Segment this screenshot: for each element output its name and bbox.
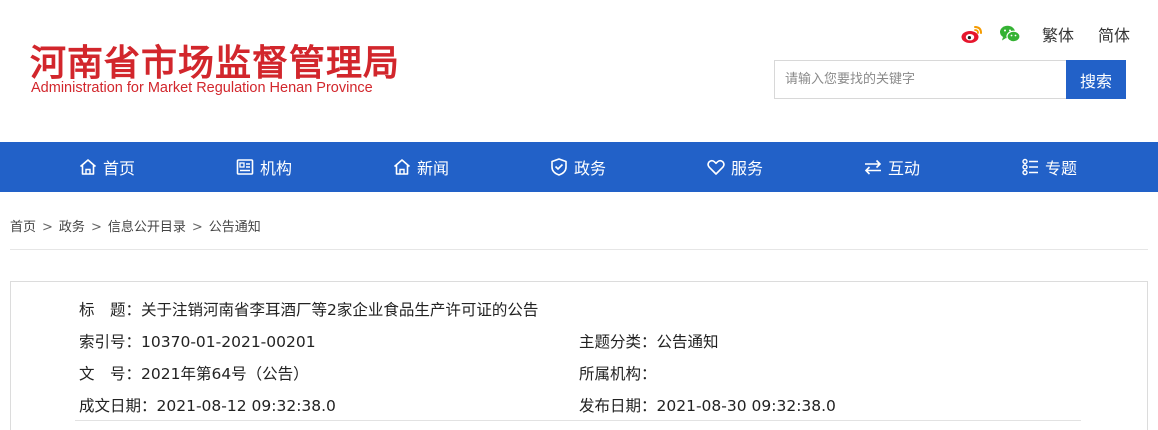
wechat-icon[interactable] — [998, 22, 1022, 46]
info-org-label: 所属机构： — [579, 365, 657, 383]
info-index-value: 10370-01-2021-00201 — [141, 333, 316, 351]
breadcrumb-separator: > — [90, 220, 102, 235]
breadcrumb-separator: > — [42, 220, 53, 235]
breadcrumb-divider — [10, 249, 1148, 250]
info-published-row: 发布日期：2021-08-30 09:32:38.0 — [579, 394, 836, 416]
info-topic-row: 主题分类：公告通知 — [579, 330, 719, 352]
simplified-chinese-link[interactable]: 简体 — [1098, 22, 1130, 46]
breadcrumb-gov-affairs[interactable]: 政务 — [59, 220, 85, 235]
breadcrumb-home[interactable]: 首页 — [10, 220, 36, 235]
info-divider — [75, 420, 1081, 421]
info-title-label: 标 题： — [79, 301, 142, 319]
nav-label: 首页 — [103, 159, 136, 178]
nav-label: 政务 — [574, 159, 607, 178]
info-topic-value: 公告通知 — [656, 333, 719, 351]
site-subtitle: Administration for Market Regulation Hen… — [31, 80, 373, 96]
info-created-value: 2021-08-12 09:32:38.0 — [156, 397, 336, 415]
info-title-value: 关于注销河南省李耳酒厂等2家企业食品生产许可证的公告 — [141, 301, 539, 319]
info-published-label: 发布日期： — [579, 397, 657, 415]
gov-affairs-icon — [551, 158, 567, 176]
info-created-row: 成文日期：2021-08-12 09:32:38.0 — [79, 394, 336, 416]
news-icon — [393, 159, 411, 175]
nav-item-home[interactable]: 首页 — [78, 142, 135, 192]
nav-item-gov-affairs[interactable]: 政务 — [549, 142, 606, 192]
nav-label: 服务 — [731, 159, 764, 178]
weibo-icon[interactable] — [960, 22, 984, 46]
breadcrumb-info-catalog[interactable]: 信息公开目录 — [108, 220, 186, 235]
nav-item-topic[interactable]: 专题 — [1020, 142, 1077, 192]
info-index-row: 索引号：10370-01-2021-00201 — [79, 330, 316, 352]
site-title[interactable]: 河南省市场监督管理局 — [30, 34, 400, 86]
nav-label: 互动 — [888, 159, 921, 178]
nav-item-news[interactable]: 新闻 — [392, 142, 449, 192]
nav-item-service[interactable]: 服务 — [706, 142, 763, 192]
info-docno-label: 文 号： — [79, 365, 142, 383]
nav-label: 专题 — [1045, 159, 1078, 178]
info-docno-value: 2021年第64号（公告） — [141, 365, 309, 383]
home-icon — [79, 159, 97, 175]
breadcrumb-separator: > — [191, 220, 203, 235]
topic-icon — [1022, 158, 1038, 176]
search-button[interactable]: 搜索 — [1066, 60, 1126, 99]
info-index-label: 索引号： — [79, 333, 142, 351]
interaction-icon — [864, 159, 882, 175]
nav-label: 新闻 — [417, 159, 450, 178]
info-created-label: 成文日期： — [79, 397, 157, 415]
breadcrumb: 首页 > 政务 > 信息公开目录 > 公告通知 — [10, 216, 261, 235]
site-header: 河南省市场监督管理局 Administration for Market Reg… — [0, 0, 1158, 142]
top-links: 繁体 简体 — [960, 22, 1130, 46]
search-input[interactable] — [774, 60, 1066, 99]
heart-icon — [707, 159, 725, 175]
info-published-value: 2021-08-30 09:32:38.0 — [656, 397, 836, 415]
document-info-panel: 标 题：关于注销河南省李耳酒厂等2家企业食品生产许可证的公告 索引号：10370… — [10, 281, 1148, 430]
info-topic-label: 主题分类： — [579, 333, 657, 351]
nav-item-org[interactable]: 机构 — [235, 142, 292, 192]
info-org-row: 所属机构： — [579, 362, 657, 384]
traditional-chinese-link[interactable]: 繁体 — [1042, 22, 1074, 46]
org-icon — [236, 159, 254, 175]
nav-item-interaction[interactable]: 互动 — [863, 142, 920, 192]
nav-label: 机构 — [260, 159, 293, 178]
main-nav: 首页 机构 新闻 政务 服务 互动 专题 — [0, 142, 1158, 192]
info-docno-row: 文 号：2021年第64号（公告） — [79, 362, 309, 384]
breadcrumb-notices[interactable]: 公告通知 — [209, 220, 261, 235]
info-title-row: 标 题：关于注销河南省李耳酒厂等2家企业食品生产许可证的公告 — [79, 298, 538, 320]
